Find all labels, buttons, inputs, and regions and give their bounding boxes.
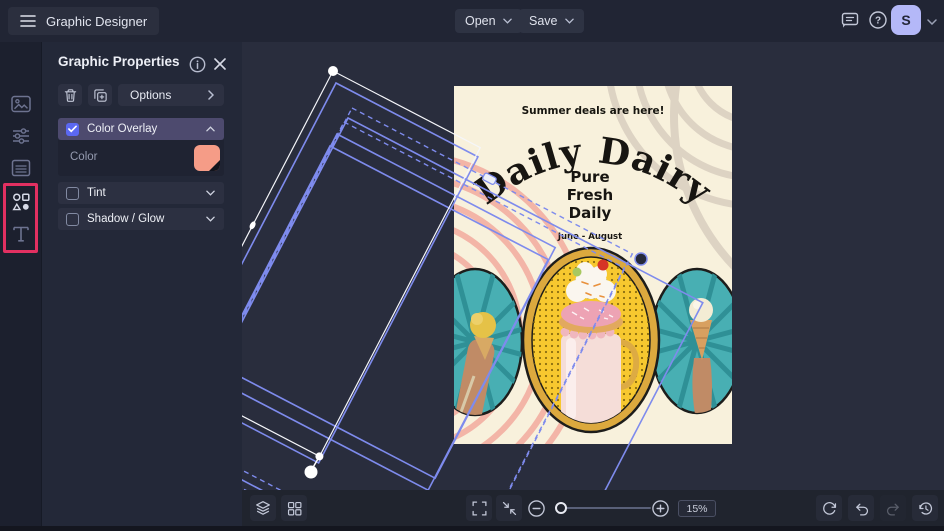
undo-button[interactable]	[848, 495, 874, 521]
color-label: Color	[70, 151, 98, 163]
help-icon: ?	[869, 11, 887, 29]
save-button-label: Save	[529, 14, 558, 28]
avatar[interactable]: S	[891, 5, 921, 35]
app-menu[interactable]: Graphic Designer	[8, 7, 160, 35]
zoom-out-button[interactable]	[523, 495, 549, 521]
color-overlay-checkbox[interactable]	[66, 122, 79, 136]
fit-to-screen-button[interactable]	[496, 495, 522, 521]
text-icon	[13, 226, 29, 242]
layout-icon	[11, 159, 31, 177]
sidebar-item-templates[interactable]	[9, 156, 33, 180]
duplicate-button[interactable]	[88, 84, 112, 106]
tint-label: Tint	[87, 187, 106, 199]
sidebar-item-text[interactable]	[9, 222, 33, 246]
swatch-corner-icon	[209, 160, 220, 171]
crop-corner-handle[interactable]	[634, 252, 648, 266]
canvas-toolbar: 15%	[242, 490, 944, 526]
poster-subtitle: Pure Fresh Daily	[567, 168, 613, 222]
info-button[interactable]	[185, 52, 209, 76]
sidebar-item-adjust[interactable]	[9, 124, 33, 148]
poster-season: June - August	[557, 232, 622, 242]
design-canvas[interactable]: Summer deals are here! Daily Dairy Pure F…	[171, 42, 944, 531]
open-button-label: Open	[465, 14, 496, 28]
center-oval-photo	[521, 246, 661, 434]
zoom-in-icon	[651, 499, 669, 517]
graphic-properties-panel: Graphic Properties Options Color Overlay	[42, 42, 242, 526]
chevron-down-icon[interactable]	[206, 190, 215, 196]
corner-handle[interactable]	[328, 66, 338, 76]
shadow-glow-checkbox[interactable]	[66, 212, 79, 226]
close-panel-button[interactable]	[208, 52, 232, 76]
tint-checkbox[interactable]	[66, 186, 79, 200]
sliders-icon	[13, 128, 29, 144]
history-button[interactable]	[912, 495, 938, 521]
active-selection-box[interactable]	[171, 70, 482, 458]
chevron-up-icon[interactable]	[206, 126, 215, 132]
expand-icon	[471, 500, 487, 516]
options-button[interactable]: Options	[118, 84, 224, 106]
close-icon	[214, 58, 226, 70]
color-swatch[interactable]	[194, 145, 220, 171]
trash-icon	[64, 88, 76, 102]
shapes-icon	[12, 193, 30, 211]
refresh-icon	[822, 501, 836, 515]
rotate-handle[interactable]	[304, 465, 318, 479]
fullscreen-button[interactable]	[466, 495, 492, 521]
canvas-artboard: Summer deals are here! Daily Dairy Pure F…	[171, 42, 944, 531]
refresh-button[interactable]	[816, 495, 842, 521]
sidebar-item-graphics[interactable]	[9, 190, 33, 214]
layers-button[interactable]	[250, 495, 276, 521]
shadow-glow-row[interactable]: Shadow / Glow	[58, 208, 224, 230]
info-icon	[189, 56, 205, 72]
options-label: Options	[130, 88, 172, 102]
topbar: Graphic Designer Open Save ? S	[0, 0, 944, 42]
graphic-designer-app: Graphic Designer Open Save ? S Graphic P…	[0, 0, 944, 531]
sidebar-item-images[interactable]	[9, 92, 33, 116]
color-setting-strip: Color	[58, 140, 224, 176]
color-overlay-row[interactable]: Color Overlay	[58, 118, 224, 140]
history-icon	[918, 501, 932, 515]
poster-artwork[interactable]: Summer deals are here! Daily Dairy Pure F…	[242, 42, 944, 514]
help-button[interactable]: ?	[866, 8, 890, 32]
tint-row[interactable]: Tint	[58, 182, 224, 204]
undo-icon	[855, 503, 868, 516]
feedback-button[interactable]	[838, 8, 862, 32]
edge-handle[interactable]	[248, 220, 256, 230]
chevron-right-icon	[208, 90, 214, 100]
shadow-glow-label: Shadow / Glow	[87, 213, 165, 225]
fit-screen-icon	[502, 501, 516, 515]
zoom-in-button[interactable]	[647, 495, 673, 521]
grid-view-button[interactable]	[281, 495, 307, 521]
avatar-initial: S	[901, 12, 911, 28]
duplicate-icon	[93, 88, 107, 102]
redo-icon	[886, 503, 899, 516]
color-overlay-label: Color Overlay	[87, 123, 158, 135]
hamburger-icon[interactable]	[20, 14, 36, 28]
delete-button[interactable]	[58, 84, 82, 106]
zoom-slider-track[interactable]	[557, 507, 651, 509]
check-icon	[68, 125, 77, 133]
open-button[interactable]: Open	[455, 9, 522, 33]
app-title: Graphic Designer	[46, 13, 148, 29]
zoom-out-icon	[527, 499, 545, 517]
chevron-down-icon[interactable]	[206, 216, 215, 222]
comment-icon	[841, 12, 859, 28]
zoom-slider-handle[interactable]	[555, 502, 567, 514]
image-icon	[11, 95, 31, 113]
chevron-down-icon	[502, 18, 512, 24]
panel-title: Graphic Properties	[58, 54, 180, 69]
grid-icon	[287, 501, 301, 515]
zoom-level-value[interactable]: 15%	[678, 500, 716, 517]
chevron-down-icon	[564, 18, 574, 24]
redo-button[interactable]	[880, 495, 906, 521]
chevron-down-icon	[927, 19, 937, 25]
account-menu-button[interactable]	[924, 10, 940, 34]
layers-icon	[256, 501, 270, 515]
poster-tagline: Summer deals are here!	[522, 105, 665, 117]
save-button[interactable]: Save	[519, 9, 584, 33]
tool-sidebar	[0, 42, 42, 526]
svg-text:?: ?	[875, 16, 881, 27]
